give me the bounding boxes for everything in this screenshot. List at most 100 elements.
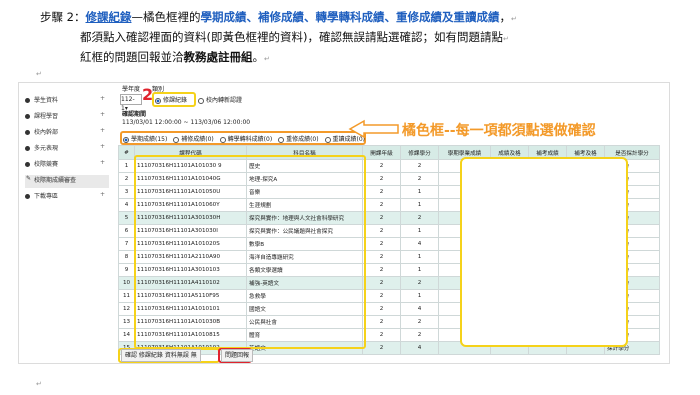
table-cell: 8	[118, 250, 135, 264]
table-cell: 14	[118, 328, 135, 342]
table-cell: 2	[400, 159, 439, 173]
column-header: #	[118, 145, 135, 160]
table-cell: 2	[362, 159, 401, 173]
table-cell: 2	[362, 237, 401, 251]
radio-transfer[interactable]: 校內轉新認證	[198, 95, 242, 104]
table-cell: 7	[118, 237, 135, 251]
year-select[interactable]: 112-1▾	[120, 94, 142, 112]
table-cell: 2	[362, 276, 401, 290]
instruction-line-3: 紅框的問題回報並洽教務處註冊組。↵	[80, 50, 270, 64]
table-cell: 1	[400, 263, 439, 277]
sidebar-item-label: 校際競賽	[34, 161, 59, 168]
sidebar-item-performance[interactable]: 多元表現 +	[25, 143, 109, 156]
instruction-text-3a: 紅框的問題回報並洽	[80, 50, 184, 64]
sidebar-item-label: 課程學習	[34, 113, 59, 120]
table-cell: 2	[362, 198, 401, 212]
table-cell: 10	[118, 276, 135, 290]
period-value: 113/03/01 12:00:00 ~ 113/03/06 12:00:00	[122, 119, 251, 126]
grade-type-tabs: 學期成績(15) 補修成績(0) 轉學轉科成績(0) 重修成績(0) 重讀成績(…	[123, 134, 365, 143]
table-cell: 2	[362, 302, 401, 316]
tab-label: 學期成績(15)	[131, 136, 168, 143]
table-cell: 4	[400, 237, 439, 251]
instruction-text-2: 都須點入確認裡面的資料(即黃色框裡的資料)，確認無誤請點選確認；如有問題請點	[80, 30, 503, 44]
sidebar-dot-icon	[25, 114, 30, 119]
sidebar-item-label: 多元表現	[34, 145, 59, 152]
table-cell: 4	[400, 341, 439, 355]
tab-semester[interactable]: 學期成績(15)	[123, 136, 167, 143]
radio-icon	[173, 136, 180, 143]
callout-text: 橘色框--每一項都須點選做確認	[402, 123, 596, 139]
grades-redaction-box	[460, 157, 628, 347]
year-label: 學年度	[122, 86, 141, 93]
sidebar-item-download[interactable]: 下載專區 +	[25, 191, 109, 204]
table-cell: 2	[362, 341, 401, 355]
report-button[interactable]: 問題回報	[221, 349, 254, 362]
expand-icon: +	[99, 127, 105, 134]
table-cell: 1	[400, 250, 439, 264]
registry-office: 教務處註冊組	[183, 50, 253, 64]
table-cell: 1	[118, 159, 135, 173]
instruction-line-1: 步驟 2：修課紀錄—橘色框裡的學期成績、補修成績、轉學轉科成績、重修成績及重讀成…	[40, 10, 517, 24]
table-cell: 2	[118, 172, 135, 186]
course-record-term: 修課紀錄	[85, 10, 132, 24]
expand-icon: +	[99, 95, 105, 102]
edit-icon: ✎	[26, 175, 32, 182]
tab-label: 重修成績(0)	[286, 136, 319, 143]
radio-icon	[219, 136, 226, 143]
orange-dash: —	[131, 10, 143, 24]
table-cell: 4	[118, 198, 135, 212]
table-cell: 2	[362, 211, 401, 225]
table-cell: 3	[118, 185, 135, 199]
tab-retake[interactable]: 重修成績(0)	[278, 136, 319, 143]
sidebar-item-label: 校際期成續審查	[34, 177, 77, 184]
sidebar-dot-icon	[25, 98, 30, 103]
table-cell: 12	[118, 302, 135, 316]
instruction-line-2: 都須點入確認裡面的資料(即黃色框裡的資料)，確認無誤請點選確認；如有問題請點↵	[80, 30, 509, 44]
table-cell: 2	[400, 172, 439, 186]
sidebar-dot-icon	[25, 130, 30, 135]
radio-icon	[278, 136, 285, 143]
instruction-mid: 橘色框裡的	[142, 10, 201, 24]
radio-selected-icon	[155, 97, 161, 104]
expand-icon: +	[99, 191, 105, 198]
grade-types: 學期成績、補修成績、轉學轉科成績、重修成績及重讀成績	[200, 10, 500, 24]
table-cell: 1	[400, 224, 439, 238]
sidebar-dot-icon	[25, 146, 30, 151]
sidebar-item-student-data[interactable]: 學生資料 +	[25, 95, 109, 108]
radio-icon	[198, 97, 204, 104]
table-cell: 11	[118, 289, 135, 303]
confirm-button[interactable]: 確認 修課紀錄 資料無誤 無	[121, 349, 201, 362]
column-header: 修課學分	[400, 145, 439, 160]
sidebar-item-competition[interactable]: 校際競賽 +	[25, 159, 109, 172]
table-cell: 9	[118, 263, 135, 277]
sidebar: 學生資料 + 課程學習 + 校內幹部 + 多元表現 + 校際競賽 + 校際期成續審查 ✎ 下…	[19, 83, 111, 363]
radio-transfer-label: 校內轉新認證	[206, 97, 243, 104]
sidebar-item-cadre[interactable]: 校內幹部 +	[25, 127, 109, 140]
sidebar-item-label: 下載專區	[34, 193, 59, 200]
radio-course-record[interactable]: 修課紀錄	[155, 95, 187, 104]
table-cell: 1	[400, 198, 439, 212]
period-label: 確認期間	[122, 111, 147, 118]
table-cell: 13	[118, 315, 135, 329]
table-cell: 2	[362, 172, 401, 186]
tab-label: 補修成績(0)	[181, 136, 214, 143]
callout-arrow-icon	[348, 119, 399, 139]
table-cell: 2	[362, 315, 401, 329]
table-cell: 4	[400, 302, 439, 316]
expand-icon: +	[99, 111, 105, 118]
sidebar-item-review[interactable]: 校際期成續審查 ✎	[25, 175, 109, 188]
table-cell: 2	[362, 250, 401, 264]
radio-selected-icon	[123, 136, 129, 143]
table-cell: 2	[362, 185, 401, 199]
tab-transfer[interactable]: 轉學轉科成績(0)	[219, 136, 272, 143]
instruction-end: ，	[499, 10, 511, 24]
table-cell: 1	[400, 185, 439, 199]
sidebar-item-course-learning[interactable]: 課程學習 +	[25, 111, 109, 124]
table-cell: 2	[400, 276, 439, 290]
paragraph-mark-end: ↵	[36, 380, 42, 388]
course-columns-highlight	[134, 155, 366, 349]
tab-makeup[interactable]: 補修成績(0)	[173, 136, 214, 143]
table-cell: 2	[400, 328, 439, 342]
table-cell: 2	[362, 224, 401, 238]
sidebar-item-label: 校內幹部	[34, 129, 59, 136]
